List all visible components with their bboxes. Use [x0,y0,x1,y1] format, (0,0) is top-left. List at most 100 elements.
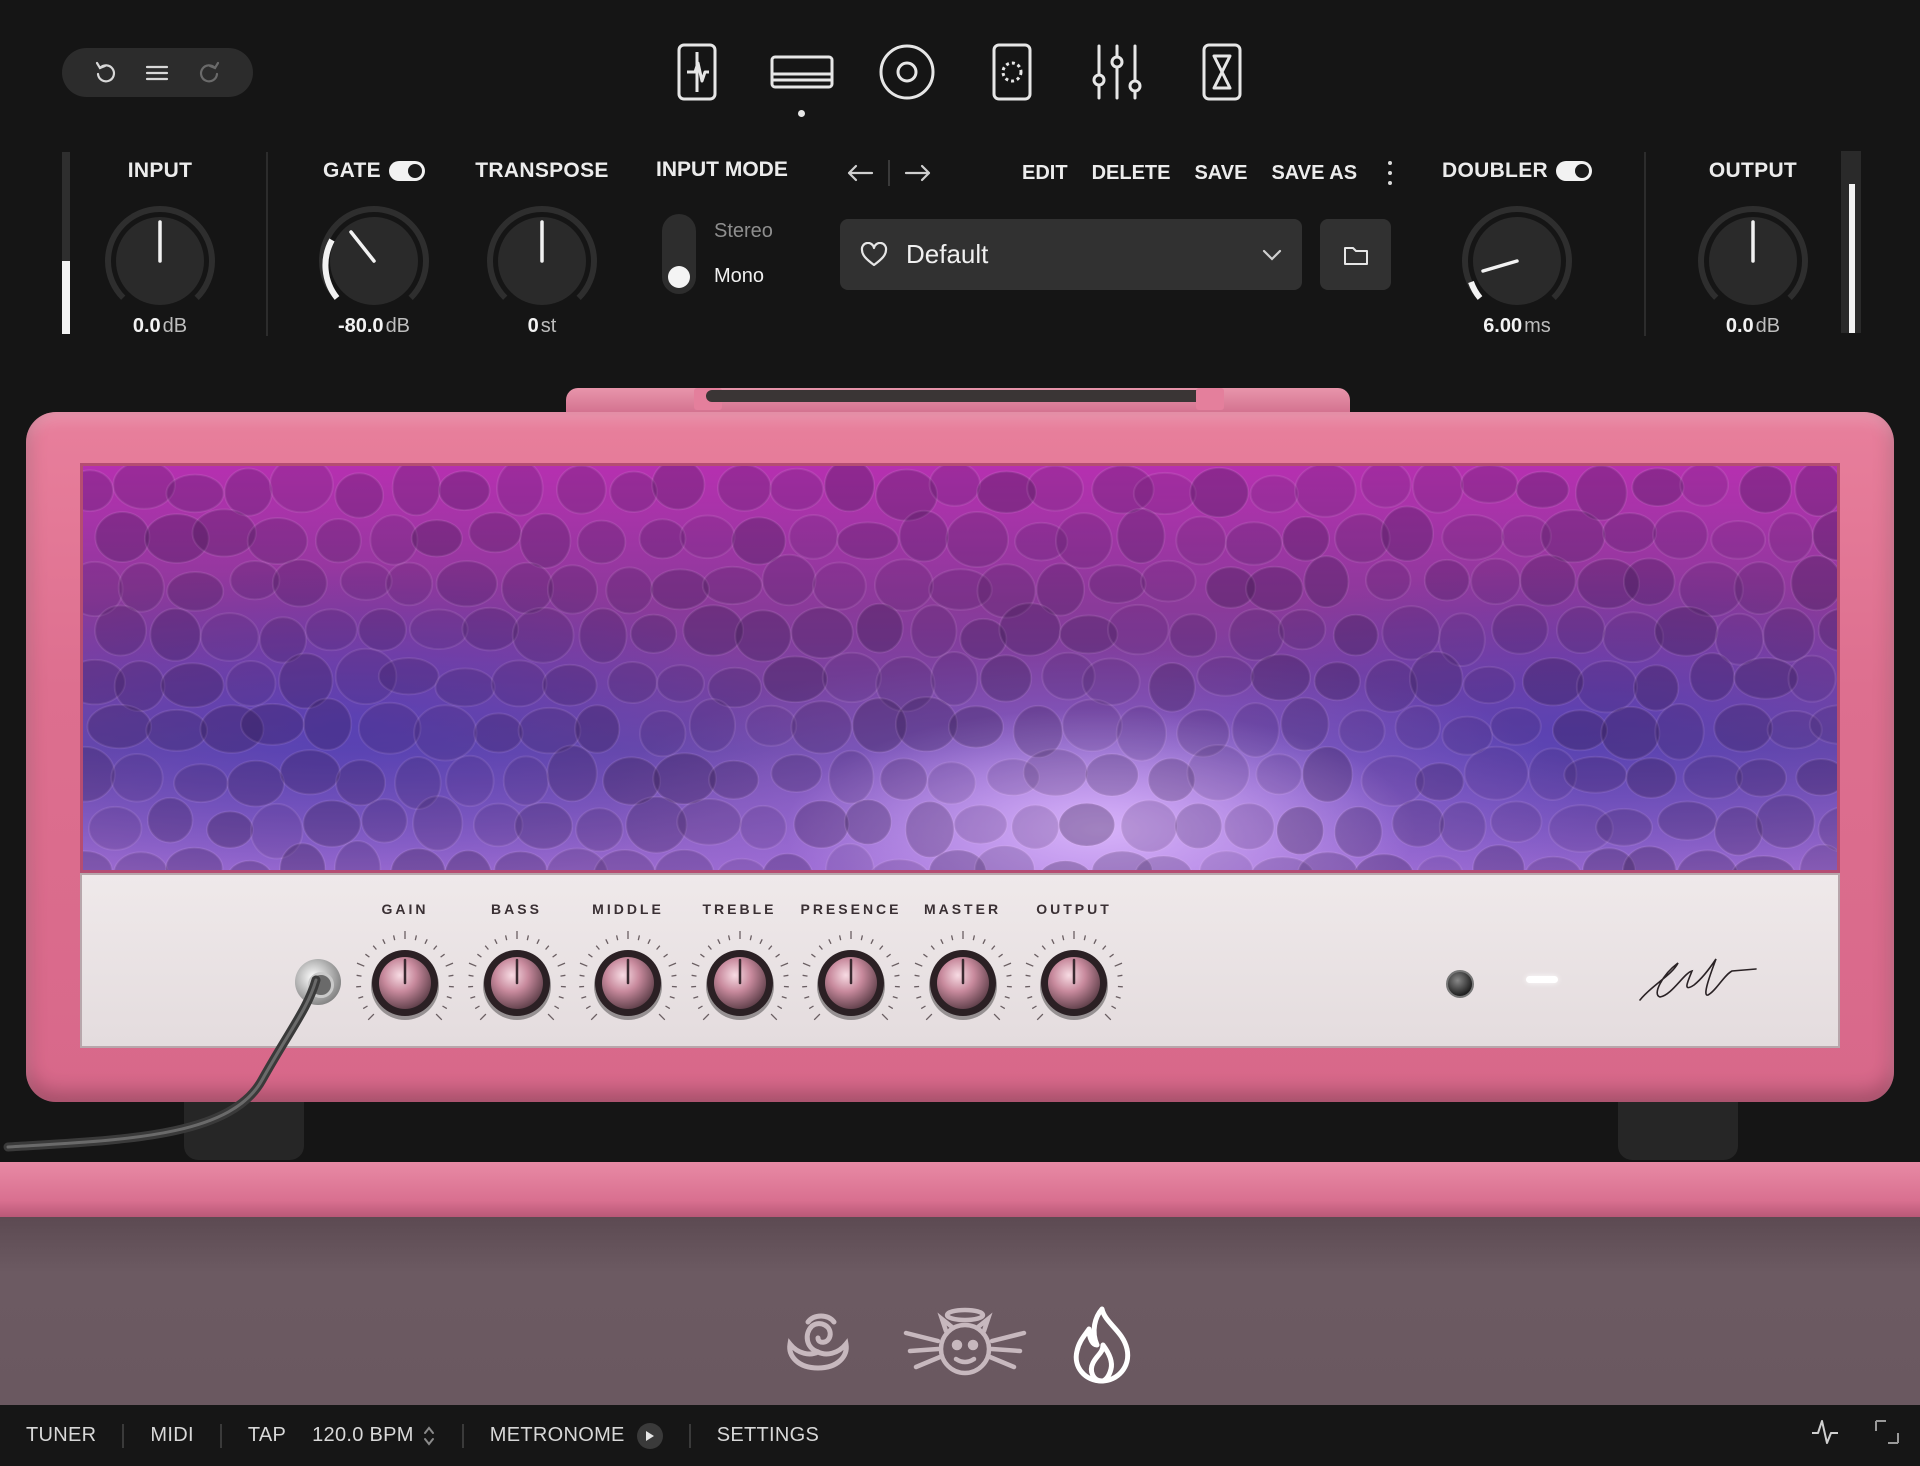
cabinet-flame-button[interactable] [1052,1300,1152,1390]
preset-toolbar: EDIT DELETE SAVE SAVE AS [840,153,1400,193]
nav-pedal-button[interactable] [665,40,729,104]
transpose-knob[interactable] [483,202,601,320]
gate-knob[interactable] [315,202,433,320]
standby-switch[interactable] [1446,970,1474,998]
nav-amp-button[interactable] [770,40,834,104]
save-preset-button[interactable]: SAVE [1194,162,1247,185]
divider [461,1423,464,1448]
cabinet-speaker-icon [879,44,935,100]
arrow-left-icon [847,164,874,182]
amp-knob-label-presence: PRESENCE [800,901,902,917]
preset-name: Default [906,239,989,269]
amp-knob-label-bass: BASS [491,901,542,917]
heart-icon[interactable] [860,241,888,268]
input-label: INPUT [127,159,193,182]
play-icon [645,1430,654,1441]
amp-knob-output[interactable] [1019,928,1129,1038]
chevron-down-icon [1262,249,1282,261]
settings-button[interactable]: SETTINGS [717,1424,819,1447]
amp-knob-middle[interactable] [573,928,683,1038]
nav-mixer-button[interactable] [1085,40,1149,104]
transpose-label: TRANSPOSE [475,159,609,182]
nav-effects-button[interactable] [980,40,1044,104]
input-mode-label: INPUT MODE [656,158,788,181]
amp-knob-presence[interactable] [796,928,906,1038]
metronome-label: METRONOME [489,1424,625,1446]
amp-knob-label-output: OUTPUT [1036,901,1112,917]
next-preset-button[interactable] [898,153,938,193]
pedal-icon [677,43,717,101]
amp-knob-label-treble: TREBLE [702,901,777,917]
input-mode-switch[interactable] [662,214,696,294]
input-mode-control: INPUT MODE Stereo Mono [656,158,806,294]
nav-timer-button[interactable] [1190,40,1254,104]
more-options-button[interactable] [1383,158,1397,188]
divider [219,1423,222,1448]
input-knob[interactable] [101,202,219,320]
amp-icon [770,55,834,89]
rose-icon [787,1313,849,1371]
gate-label: GATE [323,159,381,182]
amp-grille [80,463,1840,873]
doubler-label: DOUBLER [1442,159,1548,182]
cabinet-angel-devil-button[interactable] [900,1300,1030,1390]
timer-hourglass-icon [1202,43,1242,101]
amp-knob-label-gain: GAIN [381,901,429,917]
doubler-control: DOUBLER 6.00 ms [1437,158,1597,338]
mixer-sliders-icon [1092,44,1142,100]
divider [688,1423,691,1448]
output-label: OUTPUT [1708,159,1798,182]
folder-icon [1343,246,1368,265]
input-mode-option-mono[interactable]: Mono [714,265,764,288]
input-meter-fill [62,261,70,334]
amp-foot-right [1618,1102,1738,1160]
amp-knob-master[interactable] [908,928,1018,1038]
doubler-toggle[interactable] [1555,161,1592,181]
output-knob[interactable] [1694,202,1812,320]
amp-knob-bass[interactable] [462,928,572,1038]
status-bar: TUNER MIDI TAP 120.0 BPM METRONOME SETTI… [0,1405,1920,1466]
active-nav-indicator [798,110,805,117]
tap-tempo-button[interactable]: TAP [248,1424,286,1447]
preset-folder-button[interactable] [1320,219,1391,290]
midi-button[interactable]: MIDI [150,1424,193,1447]
stepper-arrows-icon[interactable] [422,1425,436,1447]
angel-devil-icon [903,1307,1027,1376]
bpm-value: 120.0 BPM [312,1424,414,1446]
doubler-knob[interactable] [1458,202,1576,320]
amp-handle [566,388,1350,412]
input-mode-option-stereo[interactable]: Stereo [714,220,773,243]
preset-dropdown[interactable]: Default [840,219,1302,290]
signal-chain-nav [0,40,1920,120]
amp-knob-treble[interactable] [685,928,795,1038]
save-as-preset-button[interactable]: SAVE AS [1271,162,1357,185]
input-control: INPUT 0.0 dB [80,158,240,338]
metronome-play-button[interactable] [636,1422,663,1449]
divider [266,152,268,336]
output-meter-fill [1849,183,1855,333]
divider [888,160,890,186]
output-meter [1841,151,1861,333]
gate-control: GATE -80.0 dB [294,158,454,338]
transpose-control: TRANSPOSE 0st [462,158,622,338]
bpm-field[interactable]: 120.0 BPM [312,1424,436,1447]
preset-actions: EDIT DELETE SAVE SAVE AS [1022,153,1397,193]
signature-logo [1639,958,1757,1001]
resize-window-icon[interactable] [1874,1419,1900,1445]
divider [1644,152,1646,336]
edit-preset-button[interactable]: EDIT [1022,162,1068,185]
amp-control-panel: GAIN BASS MIDDLE TREBLE PRESENCE MASTER … [80,873,1840,1048]
cabinet-rose-button[interactable] [768,1300,868,1390]
flame-icon [1073,1306,1131,1384]
gate-toggle[interactable] [388,161,425,181]
delete-preset-button[interactable]: DELETE [1092,162,1171,185]
status-right-controls [1810,1417,1900,1447]
amp-knob-gain[interactable] [350,928,460,1038]
effects-pedal-icon [992,43,1032,101]
nav-cabinet-button[interactable] [875,40,939,104]
activity-waveform-icon[interactable] [1810,1417,1840,1447]
tuner-button[interactable]: TUNER [26,1424,96,1447]
previous-preset-button[interactable] [840,153,880,193]
guitar-cable [3,975,321,1152]
cabinet-top [0,1162,1920,1217]
